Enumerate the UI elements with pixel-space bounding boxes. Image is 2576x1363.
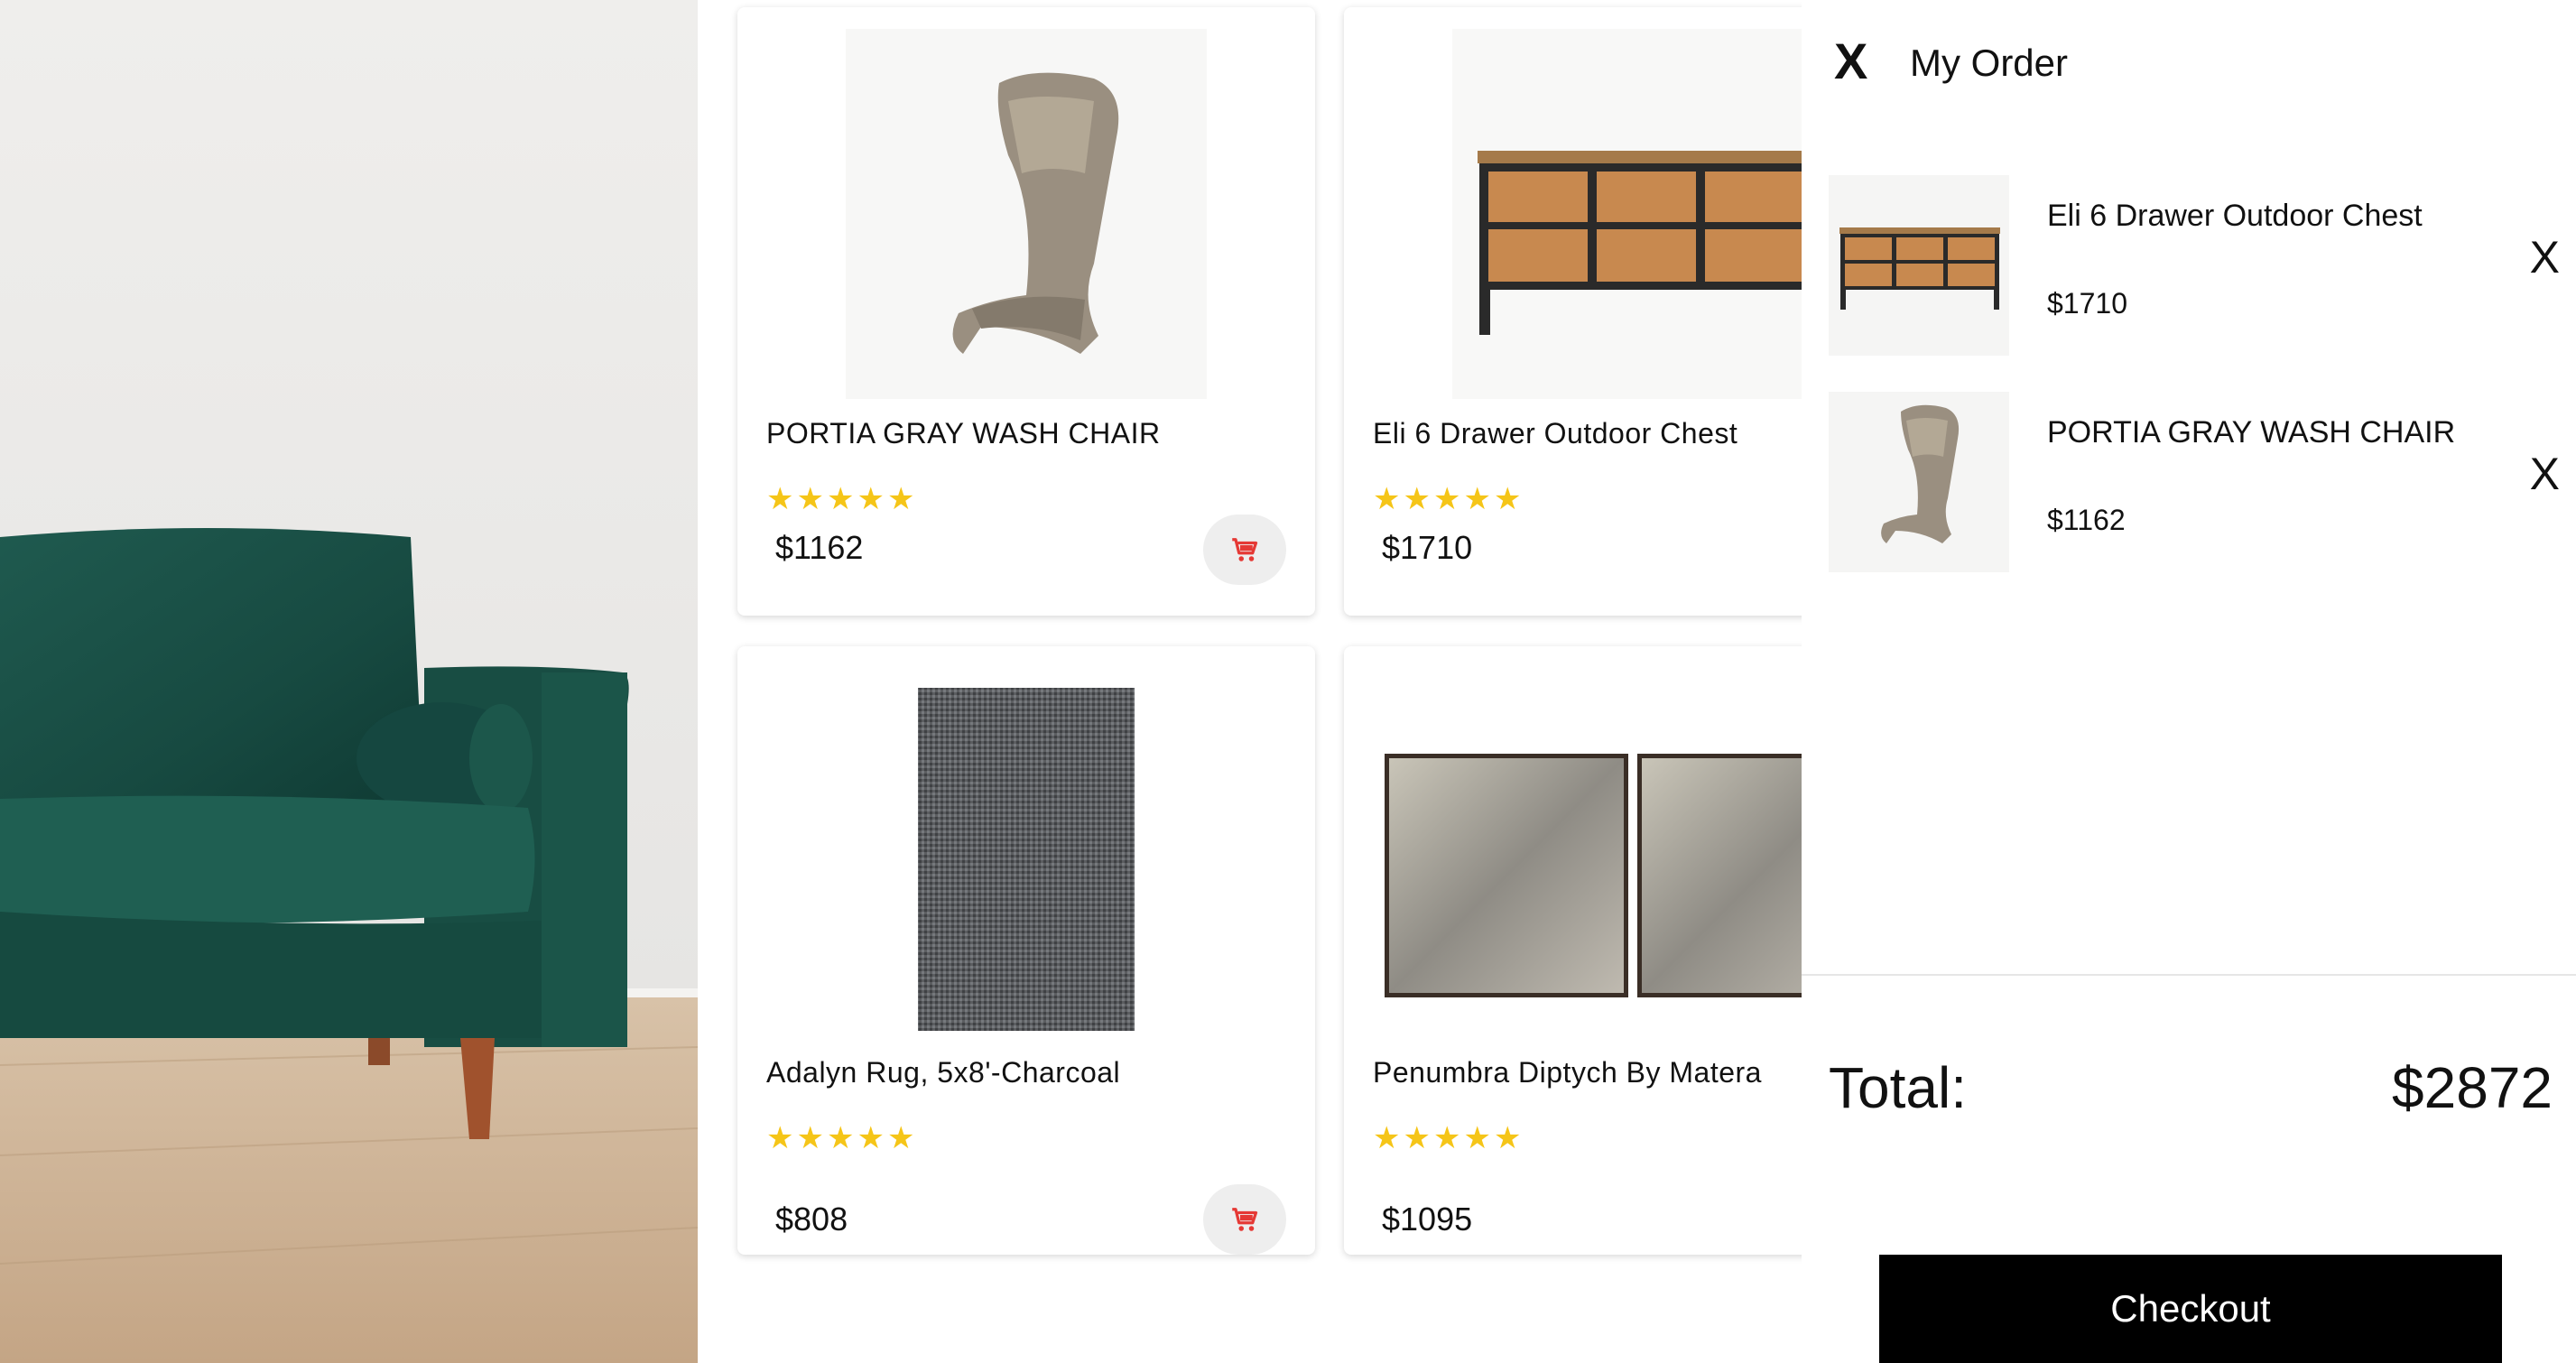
product-price: $1162 (775, 529, 864, 566)
product-price: $1095 (1382, 1201, 1473, 1238)
product-name[interactable]: Penumbra Diptych By Matera (1373, 1056, 1762, 1089)
cart-item-name: Eli 6 Drawer Outdoor Chest (2047, 199, 2423, 233)
cart-item-image (1829, 392, 2009, 572)
star-icon: ★ (826, 482, 855, 516)
cart-drawer: X My Order Eli 6 Drawer Outdoor Chest $1… (1802, 0, 2576, 1363)
sofa-photo (0, 0, 698, 1363)
cart-item-image (1829, 175, 2009, 356)
star-icon: ★ (766, 1121, 794, 1155)
product-price: $1710 (1382, 529, 1473, 566)
star-icon: ★ (857, 482, 885, 516)
product-card[interactable]: Adalyn Rug, 5x8'-Charcoal ★ ★ ★ ★ ★ $808 (737, 646, 1315, 1255)
product-price: $808 (775, 1201, 848, 1238)
product-card[interactable]: PORTIA GRAY WASH CHAIR ★ ★ ★ ★ ★ $1162 (737, 7, 1315, 616)
checkout-button[interactable]: Checkout (1879, 1255, 2502, 1363)
star-icon: ★ (1493, 482, 1522, 516)
cart-item: PORTIA GRAY WASH CHAIR $1162 X (1829, 392, 2560, 572)
product-name[interactable]: PORTIA GRAY WASH CHAIR (766, 417, 1161, 450)
star-icon: ★ (1493, 1121, 1522, 1155)
product-rating: ★ ★ ★ ★ ★ (766, 484, 914, 515)
star-icon: ★ (796, 482, 824, 516)
star-icon: ★ (766, 482, 794, 516)
cart-item: Eli 6 Drawer Outdoor Chest $1710 X (1829, 175, 2560, 356)
star-icon: ★ (1403, 482, 1431, 516)
star-icon: ★ (826, 1121, 855, 1155)
remove-item-button[interactable]: X (2530, 235, 2560, 280)
cart-item-name: PORTIA GRAY WASH CHAIR (2047, 415, 2456, 450)
star-icon: ★ (1463, 482, 1491, 516)
product-image-chair (737, 29, 1315, 399)
total-label: Total: (1829, 1055, 1967, 1120)
product-card[interactable]: Penumbra Diptych By Matera ★ ★ ★ ★ ★ $10… (1344, 646, 1802, 1255)
cart-title: My Order (1910, 42, 2069, 84)
shopping-cart-icon (1232, 538, 1258, 561)
star-icon: ★ (886, 482, 915, 516)
cart-item-price: $1710 (2047, 287, 2127, 320)
star-icon: ★ (1373, 1121, 1401, 1155)
product-card[interactable]: Eli 6 Drawer Outdoor Chest ★ ★ ★ ★ ★ $17… (1344, 7, 1802, 616)
product-image-chest (1344, 29, 1802, 399)
product-name[interactable]: Adalyn Rug, 5x8'-Charcoal (766, 1056, 1120, 1089)
close-cart-button[interactable]: X (1834, 36, 1867, 87)
hero-image (0, 0, 698, 1363)
remove-item-button[interactable]: X (2530, 451, 2560, 496)
star-icon: ★ (1373, 482, 1401, 516)
product-grid: PORTIA GRAY WASH CHAIR ★ ★ ★ ★ ★ $1162 E… (698, 0, 1802, 1363)
total-value: $2872 (2392, 1055, 2553, 1120)
product-name[interactable]: Eli 6 Drawer Outdoor Chest (1373, 417, 1737, 450)
cart-divider (1802, 974, 2576, 976)
cart-item-price: $1162 (2047, 504, 2126, 536)
product-image-rug (737, 668, 1315, 1038)
star-icon: ★ (1432, 1121, 1461, 1155)
shopping-cart-icon (1232, 1208, 1258, 1231)
star-icon: ★ (1403, 1121, 1431, 1155)
star-icon: ★ (796, 1121, 824, 1155)
star-icon: ★ (886, 1121, 915, 1155)
star-icon: ★ (1432, 482, 1461, 516)
product-rating: ★ ★ ★ ★ ★ (766, 1123, 914, 1154)
product-rating: ★ ★ ★ ★ ★ (1373, 1123, 1521, 1154)
add-to-cart-button[interactable] (1203, 1184, 1286, 1255)
add-to-cart-button[interactable] (1203, 515, 1286, 585)
product-rating: ★ ★ ★ ★ ★ (1373, 484, 1521, 515)
star-icon: ★ (857, 1121, 885, 1155)
star-icon: ★ (1463, 1121, 1491, 1155)
product-image-art (1344, 668, 1802, 1038)
